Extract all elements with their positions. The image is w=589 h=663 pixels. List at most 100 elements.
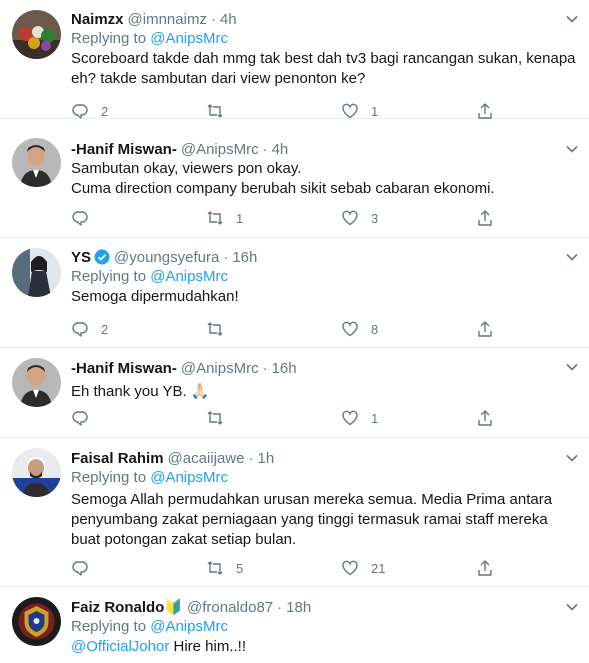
share-icon xyxy=(478,321,492,337)
tweet[interactable]: Naimzx @imnnaimz · 4h Replying to @Anips… xyxy=(0,0,589,119)
retweet-count: 5 xyxy=(236,560,244,576)
retweet-button[interactable] xyxy=(206,101,341,121)
like-button[interactable]: 3 xyxy=(341,208,476,228)
timestamp[interactable]: 16h xyxy=(232,249,257,266)
share-icon xyxy=(478,410,492,426)
reply-icon xyxy=(72,561,88,576)
mention-link[interactable]: @AnipsMrc xyxy=(150,469,228,486)
user-name[interactable]: -Hanif Miswan- xyxy=(71,141,177,158)
reply-icon xyxy=(72,104,88,119)
retweet-count: 1 xyxy=(236,210,244,226)
verified-badge-icon xyxy=(94,249,110,265)
reply-button[interactable]: 2 xyxy=(71,319,206,339)
user-handle[interactable]: @imnnaimz xyxy=(128,11,207,28)
avatar[interactable] xyxy=(12,597,61,646)
tweet-text-line: Cuma direction company berubah sikit seb… xyxy=(71,180,495,197)
user-name[interactable]: Naimzx xyxy=(71,11,124,28)
like-count: 8 xyxy=(371,321,379,337)
share-button[interactable] xyxy=(476,558,494,578)
avatar[interactable] xyxy=(12,248,61,297)
user-name[interactable]: YS xyxy=(71,249,91,266)
user-handle[interactable]: @fronaldo87 xyxy=(187,599,273,616)
avatar[interactable] xyxy=(12,358,61,407)
avatar[interactable] xyxy=(12,448,61,497)
timestamp[interactable]: 1h xyxy=(257,450,274,467)
mention-link[interactable]: @AnipsMrc xyxy=(150,268,228,285)
retweet-button[interactable]: 1 xyxy=(206,208,341,228)
mention-link[interactable]: @AnipsMrc xyxy=(150,618,228,635)
heart-icon xyxy=(342,560,358,576)
replying-label: Replying to xyxy=(71,268,147,285)
timestamp[interactable]: 4h xyxy=(220,11,237,28)
reply-count: 2 xyxy=(101,321,109,337)
tweet[interactable]: Faisal Rahim @acaiijawe · 1h Replying to… xyxy=(0,438,589,587)
tweet-text: Eh thank you YB. 🙏🏻 xyxy=(71,383,210,400)
like-count: 1 xyxy=(371,410,379,426)
share-button[interactable] xyxy=(476,408,494,428)
reply-button[interactable] xyxy=(71,208,206,228)
user-handle[interactable]: @AnipsMrc xyxy=(181,141,259,158)
like-count: 1 xyxy=(371,103,379,119)
mention-link[interactable]: @OfficialJohor xyxy=(71,638,169,655)
reply-icon xyxy=(72,322,88,337)
chevron-down-icon[interactable] xyxy=(565,451,579,465)
user-name[interactable]: Faiz Ronaldo🔰 xyxy=(71,598,183,616)
tweet[interactable]: -Hanif Miswan- @AnipsMrc · 16h Eh thank … xyxy=(0,348,589,438)
chevron-down-icon[interactable] xyxy=(565,250,579,264)
share-icon xyxy=(478,210,492,226)
reply-button[interactable] xyxy=(71,408,206,428)
replying-to: Replying to @AnipsMrc xyxy=(71,468,579,488)
chevron-down-icon[interactable] xyxy=(565,12,579,26)
retweet-icon xyxy=(207,561,223,575)
user-handle[interactable]: @youngsyefura xyxy=(114,249,219,266)
reply-button[interactable] xyxy=(71,558,206,578)
share-button[interactable] xyxy=(476,319,494,339)
share-button[interactable] xyxy=(476,208,494,228)
like-count: 21 xyxy=(371,560,386,576)
replying-to: Replying to @AnipsMrc xyxy=(71,29,579,49)
like-button[interactable]: 21 xyxy=(341,558,476,578)
retweet-icon xyxy=(207,411,223,425)
heart-icon xyxy=(342,103,358,119)
timestamp[interactable]: 18h xyxy=(286,599,311,616)
mention-link[interactable]: @AnipsMrc xyxy=(150,30,228,47)
replying-to: Replying to @AnipsMrc xyxy=(71,267,579,287)
chevron-down-icon[interactable] xyxy=(565,600,579,614)
like-count: 3 xyxy=(371,210,379,226)
tweet-text: Semoga dipermudahkan! xyxy=(71,288,239,305)
tweet[interactable]: -Hanif Miswan- @AnipsMrc · 4h Sambutan o… xyxy=(0,119,589,238)
tweet[interactable]: YS @youngsyefura · 16h Replying to @Anip… xyxy=(0,238,589,348)
replying-to: Replying to @AnipsMrc xyxy=(71,617,579,637)
reply-button[interactable]: 2 xyxy=(71,101,206,121)
share-button[interactable] xyxy=(476,101,494,121)
reply-icon xyxy=(72,411,88,426)
chevron-down-icon[interactable] xyxy=(565,360,579,374)
heart-icon xyxy=(342,410,358,426)
retweet-button[interactable]: 5 xyxy=(206,558,341,578)
like-button[interactable]: 1 xyxy=(341,101,476,121)
user-name[interactable]: -Hanif Miswan- xyxy=(71,360,177,377)
replying-label: Replying to xyxy=(71,30,147,47)
timestamp[interactable]: 16h xyxy=(272,360,297,377)
avatar[interactable] xyxy=(12,10,61,59)
retweet-icon xyxy=(207,211,223,225)
separator: · xyxy=(248,449,254,467)
retweet-button[interactable] xyxy=(206,408,341,428)
user-handle[interactable]: @AnipsMrc xyxy=(181,360,259,377)
replying-label: Replying to xyxy=(71,618,147,635)
like-button[interactable]: 8 xyxy=(341,319,476,339)
user-handle[interactable]: @acaiijawe xyxy=(168,450,245,467)
timestamp[interactable]: 4h xyxy=(272,141,289,158)
tweet-text: Semoga Allah permudahkan urusan mereka s… xyxy=(71,491,553,548)
retweet-button[interactable] xyxy=(206,319,341,339)
avatar[interactable] xyxy=(12,138,61,187)
chevron-down-icon[interactable] xyxy=(565,142,579,156)
tweet-text-line: Sambutan okay, viewers pon okay. xyxy=(71,160,302,177)
like-button[interactable]: 1 xyxy=(341,408,476,428)
separator: · xyxy=(262,359,268,377)
retweet-icon xyxy=(207,104,223,118)
separator: · xyxy=(223,248,229,266)
tweet[interactable]: Faiz Ronaldo🔰 @fronaldo87 · 18h Replying… xyxy=(0,587,589,663)
reply-count: 2 xyxy=(101,103,109,119)
user-name[interactable]: Faisal Rahim xyxy=(71,450,164,467)
